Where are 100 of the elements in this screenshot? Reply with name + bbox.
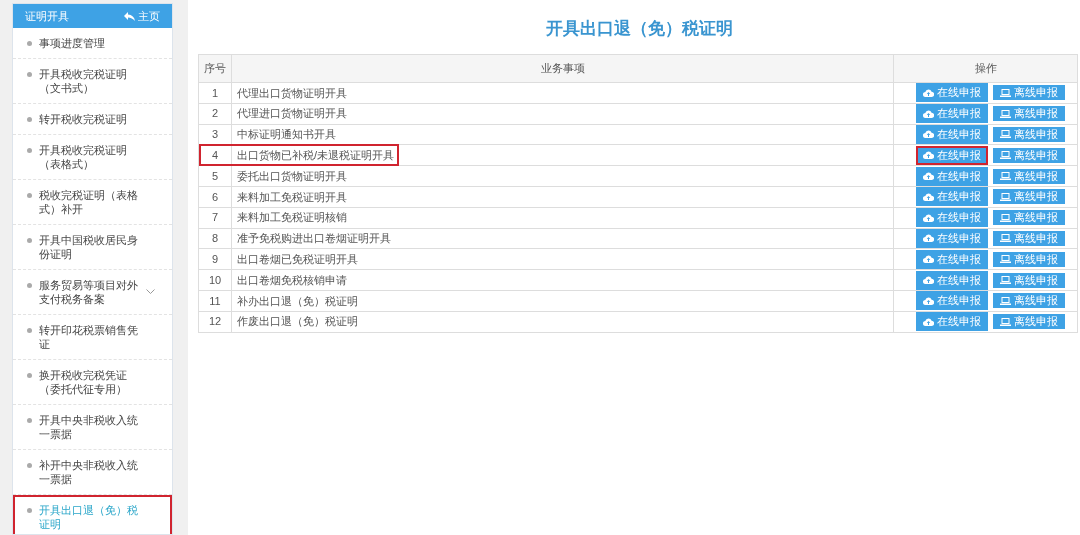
sidebar-item[interactable]: 开具中央非税收入统一票据 <box>13 405 172 450</box>
sidebar-item[interactable]: 开具中国税收居民身份证明 <box>13 225 172 270</box>
chevron-down-icon <box>146 289 155 294</box>
bullet-icon <box>27 283 32 288</box>
row-number: 1 <box>211 86 219 99</box>
cloud-upload-icon <box>923 130 934 139</box>
laptop-icon <box>1000 317 1011 326</box>
item-name: 出口货物已补税/未退税证明开具 <box>237 149 395 162</box>
cloud-upload-icon <box>923 317 934 326</box>
cloud-upload-icon <box>923 296 934 305</box>
laptop-icon <box>1000 276 1011 285</box>
online-submit-button[interactable]: 在线申报 <box>916 291 988 311</box>
item-name: 来料加工免税证明核销 <box>237 211 347 224</box>
sidebar-item[interactable]: 事项进度管理 <box>13 28 172 59</box>
online-submit-button[interactable]: 在线申报 <box>916 312 988 332</box>
bullet-icon <box>27 238 32 243</box>
item-name: 委托出口货物证明开具 <box>237 169 347 182</box>
online-submit-button[interactable]: 在线申报 <box>916 249 988 269</box>
offline-submit-button[interactable]: 离线申报 <box>993 210 1065 226</box>
cloud-upload-icon <box>923 276 934 285</box>
row-number: 8 <box>211 232 219 245</box>
cloud-upload-icon <box>923 255 934 264</box>
offline-submit-button[interactable]: 离线申报 <box>993 189 1065 205</box>
sidebar-title: 证明开具 <box>25 8 69 24</box>
offline-submit-button[interactable]: 离线申报 <box>993 168 1065 184</box>
row-number: 4 <box>211 149 219 162</box>
item-name: 出口卷烟免税核销申请 <box>237 273 347 286</box>
bullet-icon <box>27 193 32 198</box>
cloud-upload-icon <box>923 172 934 181</box>
item-name: 中标证明通知书开具 <box>237 128 336 141</box>
bullet-icon <box>27 418 32 423</box>
cloud-upload-icon <box>923 109 934 118</box>
item-name: 准予免税购进出口卷烟证明开具 <box>237 232 391 245</box>
bullet-icon <box>27 41 32 46</box>
laptop-icon <box>1000 192 1011 201</box>
column-header: 操作 <box>893 54 1078 83</box>
bullet-icon <box>27 373 32 378</box>
row-number: 2 <box>211 107 219 120</box>
sidebar-item[interactable]: 开具税收完税证明（文书式） <box>13 59 172 104</box>
cloud-upload-icon <box>923 192 934 201</box>
sidebar-item[interactable]: 服务贸易等项目对外支付税务备案 <box>13 270 172 315</box>
laptop-icon <box>1000 130 1011 139</box>
item-name: 代理出口货物证明开具 <box>237 86 347 99</box>
online-submit-button[interactable]: 在线申报 <box>916 104 988 124</box>
offline-submit-button[interactable]: 离线申报 <box>993 293 1065 309</box>
laptop-icon <box>1000 88 1011 97</box>
sidebar-item[interactable]: 转开税收完税证明 <box>13 104 172 135</box>
row-number: 7 <box>211 211 219 224</box>
cloud-upload-icon <box>923 151 934 160</box>
sidebar-item[interactable]: 开具税收完税证明（表格式） <box>13 135 172 180</box>
offline-submit-button[interactable]: 离线申报 <box>993 106 1065 122</box>
laptop-icon <box>1000 296 1011 305</box>
laptop-icon <box>1000 109 1011 118</box>
laptop-icon <box>1000 234 1011 243</box>
item-name: 作废出口退（免）税证明 <box>237 315 358 328</box>
back-arrow-icon <box>124 11 135 21</box>
sidebar-item[interactable]: 补开中央非税收入统一票据 <box>13 450 172 495</box>
offline-submit-button[interactable]: 离线申报 <box>993 147 1065 163</box>
bullet-icon <box>27 328 32 333</box>
sidebar-item[interactable]: 换开税收完税凭证（委托代征专用） <box>13 360 172 405</box>
item-name: 代理进口货物证明开具 <box>237 107 347 120</box>
row-number: 12 <box>208 315 222 328</box>
home-link[interactable]: 主页 <box>124 7 160 25</box>
sidebar-item[interactable]: 税收完税证明（表格式）补开 <box>13 180 172 225</box>
cloud-upload-icon <box>923 88 934 97</box>
row-number: 9 <box>211 253 219 265</box>
offline-submit-button[interactable]: 离线申报 <box>993 314 1065 330</box>
laptop-icon <box>1000 151 1011 160</box>
laptop-icon <box>1000 255 1011 264</box>
bullet-icon <box>27 72 32 77</box>
row-number: 10 <box>208 273 222 286</box>
online-submit-button[interactable]: 在线申报 <box>916 270 988 290</box>
row-number: 3 <box>211 128 219 141</box>
offline-submit-button[interactable]: 离线申报 <box>993 230 1065 246</box>
row-number: 6 <box>211 190 219 203</box>
online-submit-button[interactable]: 在线申报 <box>916 83 988 103</box>
row-number: 11 <box>209 294 221 307</box>
sidebar-item[interactable]: 转开印花税票销售凭证 <box>13 315 172 360</box>
offline-submit-button[interactable]: 离线申报 <box>993 272 1065 288</box>
column-header: 序号 <box>198 54 232 83</box>
bullet-icon <box>27 117 32 122</box>
online-submit-button[interactable]: 在线申报 <box>916 187 988 207</box>
online-submit-button[interactable]: 在线申报 <box>916 145 988 165</box>
offline-submit-button[interactable]: 离线申报 <box>993 127 1065 142</box>
laptop-icon <box>1000 172 1011 181</box>
item-name: 补办出口退（免）税证明 <box>237 294 358 307</box>
online-submit-button[interactable]: 在线申报 <box>916 208 988 228</box>
item-name: 来料加工免税证明开具 <box>237 190 347 203</box>
bullet-icon <box>27 508 32 513</box>
cloud-upload-icon <box>923 213 934 222</box>
column-header: 业务事项 <box>231 54 894 83</box>
sidebar-item[interactable]: 开具出口退（免）税证明 <box>13 495 172 534</box>
offline-submit-button[interactable]: 离线申报 <box>993 251 1065 267</box>
bullet-icon <box>27 463 32 468</box>
bullet-icon <box>27 148 32 153</box>
laptop-icon <box>1000 213 1011 222</box>
cloud-upload-icon <box>923 234 934 243</box>
row-number: 5 <box>211 169 219 182</box>
offline-submit-button[interactable]: 离线申报 <box>993 85 1065 101</box>
online-submit-button[interactable]: 在线申报 <box>916 166 988 186</box>
